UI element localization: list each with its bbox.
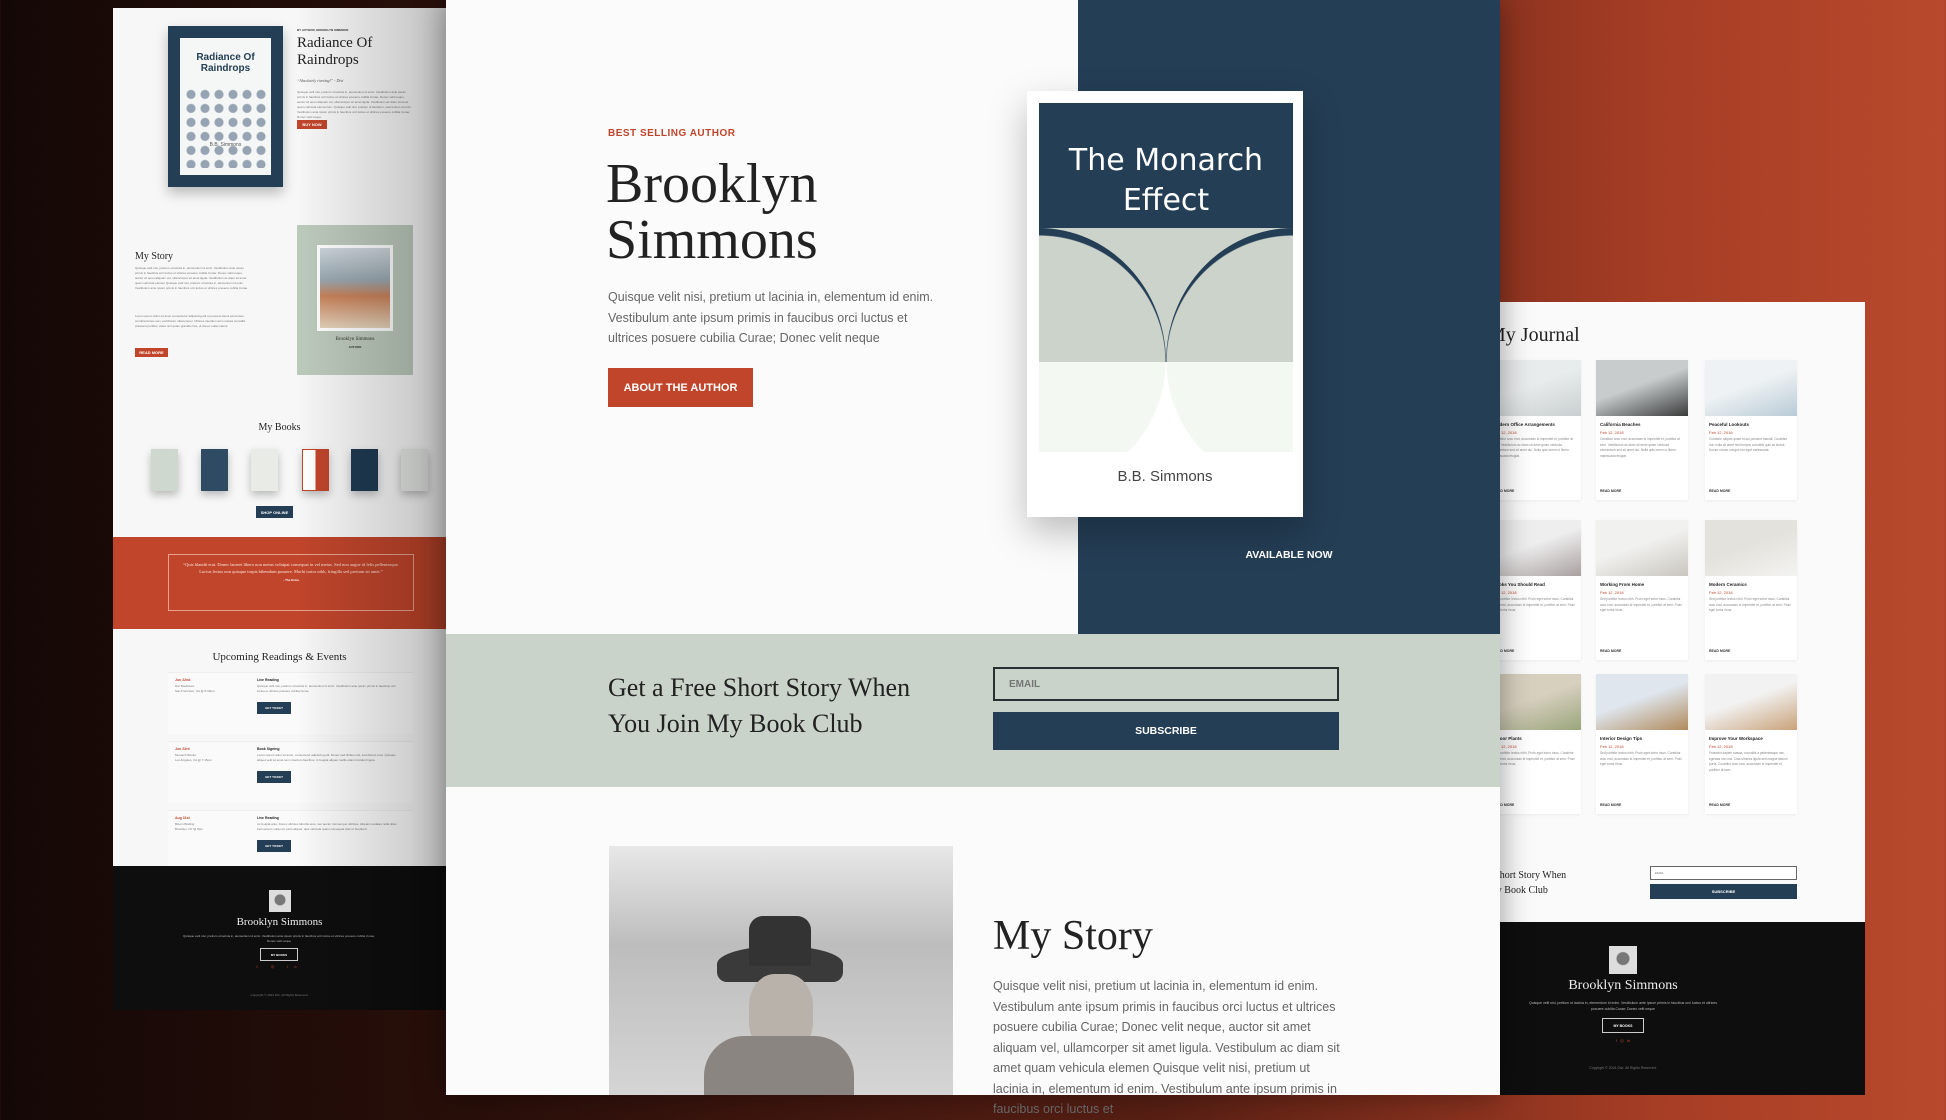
journal-card[interactable]: California Beaches Feb 12, 2018 Curabitur …: [1596, 360, 1688, 500]
testimonial-section: “Quis blandit erat. Donec laoreet libero…: [113, 537, 446, 629]
journal-card-image[interactable]: [1596, 674, 1688, 730]
read-more-link[interactable]: READ MORE: [1600, 803, 1621, 807]
facebook-icon[interactable]: f: [1616, 1038, 1617, 1043]
subscribe-button[interactable]: SUBSCRIBE: [993, 712, 1339, 750]
journal-card-title[interactable]: California Beaches: [1600, 422, 1686, 427]
newsletter-section: Get a Free Short Story WhenYou Join My B…: [1440, 850, 1865, 922]
newsletter-section: Get a Free Short Story WhenYou Join My B…: [446, 634, 1500, 787]
author-photo: [609, 846, 953, 1095]
footer-avatar: [1609, 946, 1637, 974]
author-photo-card: Brooklyn Simmons AUTHOR: [297, 225, 413, 375]
book-thumbnail[interactable]: [351, 449, 378, 491]
footer: Brooklyn Simmons Quisque velit nisi, pre…: [113, 866, 446, 1010]
get-ticket-button[interactable]: GET TICKET: [257, 840, 291, 852]
read-more-link[interactable]: READ MORE: [1600, 489, 1621, 493]
subscribe-button[interactable]: SUBSCRIBE: [1650, 884, 1797, 899]
instagram-icon[interactable]: ◎: [1620, 1038, 1624, 1043]
newsletter-heading: Get a Free Short Story When You Join My B…: [608, 673, 911, 738]
journal-card[interactable]: Peaceful Lookouts Feb 12, 2018 Curabitur a…: [1705, 360, 1797, 500]
journal-card-image[interactable]: [1705, 360, 1797, 416]
author-photo: [320, 248, 390, 328]
linkedin-icon[interactable]: in: [1627, 1038, 1630, 1043]
journal-card-title[interactable]: Modern Office Arrangements: [1493, 422, 1579, 427]
read-more-link[interactable]: READ MORE: [1709, 803, 1730, 807]
book-thumbnail[interactable]: [251, 449, 278, 491]
journal-card[interactable]: Working From Home Feb 12, 2018 Sed porttit…: [1596, 520, 1688, 660]
buy-now-button[interactable]: BUY NOW: [297, 120, 327, 129]
journal-card-image[interactable]: [1705, 674, 1797, 730]
journal-card-image[interactable]: [1489, 674, 1581, 730]
available-now-link[interactable]: AVAILABLE NOW: [1078, 549, 1500, 561]
left-page-preview: Radiance Of Raindrops B.B. Simmons BY AU…: [113, 8, 446, 1010]
raindrop-pattern: [184, 86, 268, 168]
book-cover-radiance: Radiance Of Raindrops B.B. Simmons: [168, 26, 283, 187]
journal-card-image[interactable]: [1596, 360, 1688, 416]
journal-card[interactable]: Modern Office Arrangements Feb 12, 2018 Cu…: [1489, 360, 1581, 500]
email-input[interactable]: [993, 667, 1339, 701]
main-page-preview: BEST SELLING AUTHOR Brooklyn Simmons Quis…: [446, 0, 1500, 1116]
book-cover-monarch: The Monarch Effect B.B. Simmons: [1027, 91, 1303, 517]
footer-avatar: [269, 890, 291, 912]
my-books-button[interactable]: MY BOOKS: [260, 948, 298, 961]
book-thumbnail[interactable]: [401, 449, 428, 491]
about-author-button[interactable]: ABOUT THE AUTHOR: [608, 368, 753, 407]
journal-card-image[interactable]: [1489, 360, 1581, 416]
journal-card[interactable]: Books You Should Read Feb 12, 2018 Sed por…: [1489, 520, 1581, 660]
journal-card[interactable]: Indoor Plants Feb 12, 2018 Sed porttitor l…: [1489, 674, 1581, 814]
read-more-button[interactable]: READ MORE: [135, 348, 168, 357]
book-title: The Monarch Effect: [1068, 143, 1264, 218]
journal-card-title[interactable]: Interior Design Tips: [1600, 736, 1686, 741]
journal-card[interactable]: Interior Design Tips Feb 12, 2018 Sed port…: [1596, 674, 1688, 814]
read-more-link[interactable]: READ MORE: [1709, 649, 1730, 653]
email-input[interactable]: [1650, 866, 1797, 880]
hero-title: Brooklyn Simmons: [606, 153, 818, 271]
journal-card-image[interactable]: [1489, 520, 1581, 576]
journal-card-title[interactable]: Indoor Plants: [1493, 736, 1579, 741]
get-ticket-button[interactable]: GET TICKET: [257, 771, 291, 783]
journal-card-title[interactable]: Improve Your Workspace: [1709, 736, 1795, 741]
journal-card-title[interactable]: Modern Ceramics: [1709, 582, 1795, 587]
journal-page-preview: My Journal Modern Office Arrangements Feb…: [1440, 302, 1865, 1095]
journal-card-title[interactable]: Books You Should Read: [1493, 582, 1579, 587]
journal-card-image[interactable]: [1596, 520, 1688, 576]
read-more-link[interactable]: READ MORE: [1709, 489, 1730, 493]
journal-card[interactable]: Modern Ceramics Feb 12, 2018 Sed porttitor…: [1705, 520, 1797, 660]
shop-online-button[interactable]: SHOP ONLINE: [256, 506, 293, 518]
book-thumbnail[interactable]: [302, 449, 329, 491]
journal-card[interactable]: Improve Your Workspace Feb 12, 2018 Praese…: [1705, 674, 1797, 814]
social-icons[interactable]: f ◎ in: [113, 964, 446, 969]
my-books-button[interactable]: MY BOOKS: [1602, 1018, 1644, 1033]
journal-card-title[interactable]: Peaceful Lookouts: [1709, 422, 1795, 427]
journal-card-image[interactable]: [1705, 520, 1797, 576]
journal-card-title[interactable]: Working From Home: [1600, 582, 1686, 587]
book-thumbnail[interactable]: [201, 449, 228, 491]
book-thumbnail[interactable]: [151, 449, 178, 491]
footer: Brooklyn Simmons Quisque velit nisi, pre…: [1440, 922, 1865, 1095]
read-more-link[interactable]: READ MORE: [1600, 649, 1621, 653]
get-ticket-button[interactable]: GET TICKET: [257, 702, 291, 714]
